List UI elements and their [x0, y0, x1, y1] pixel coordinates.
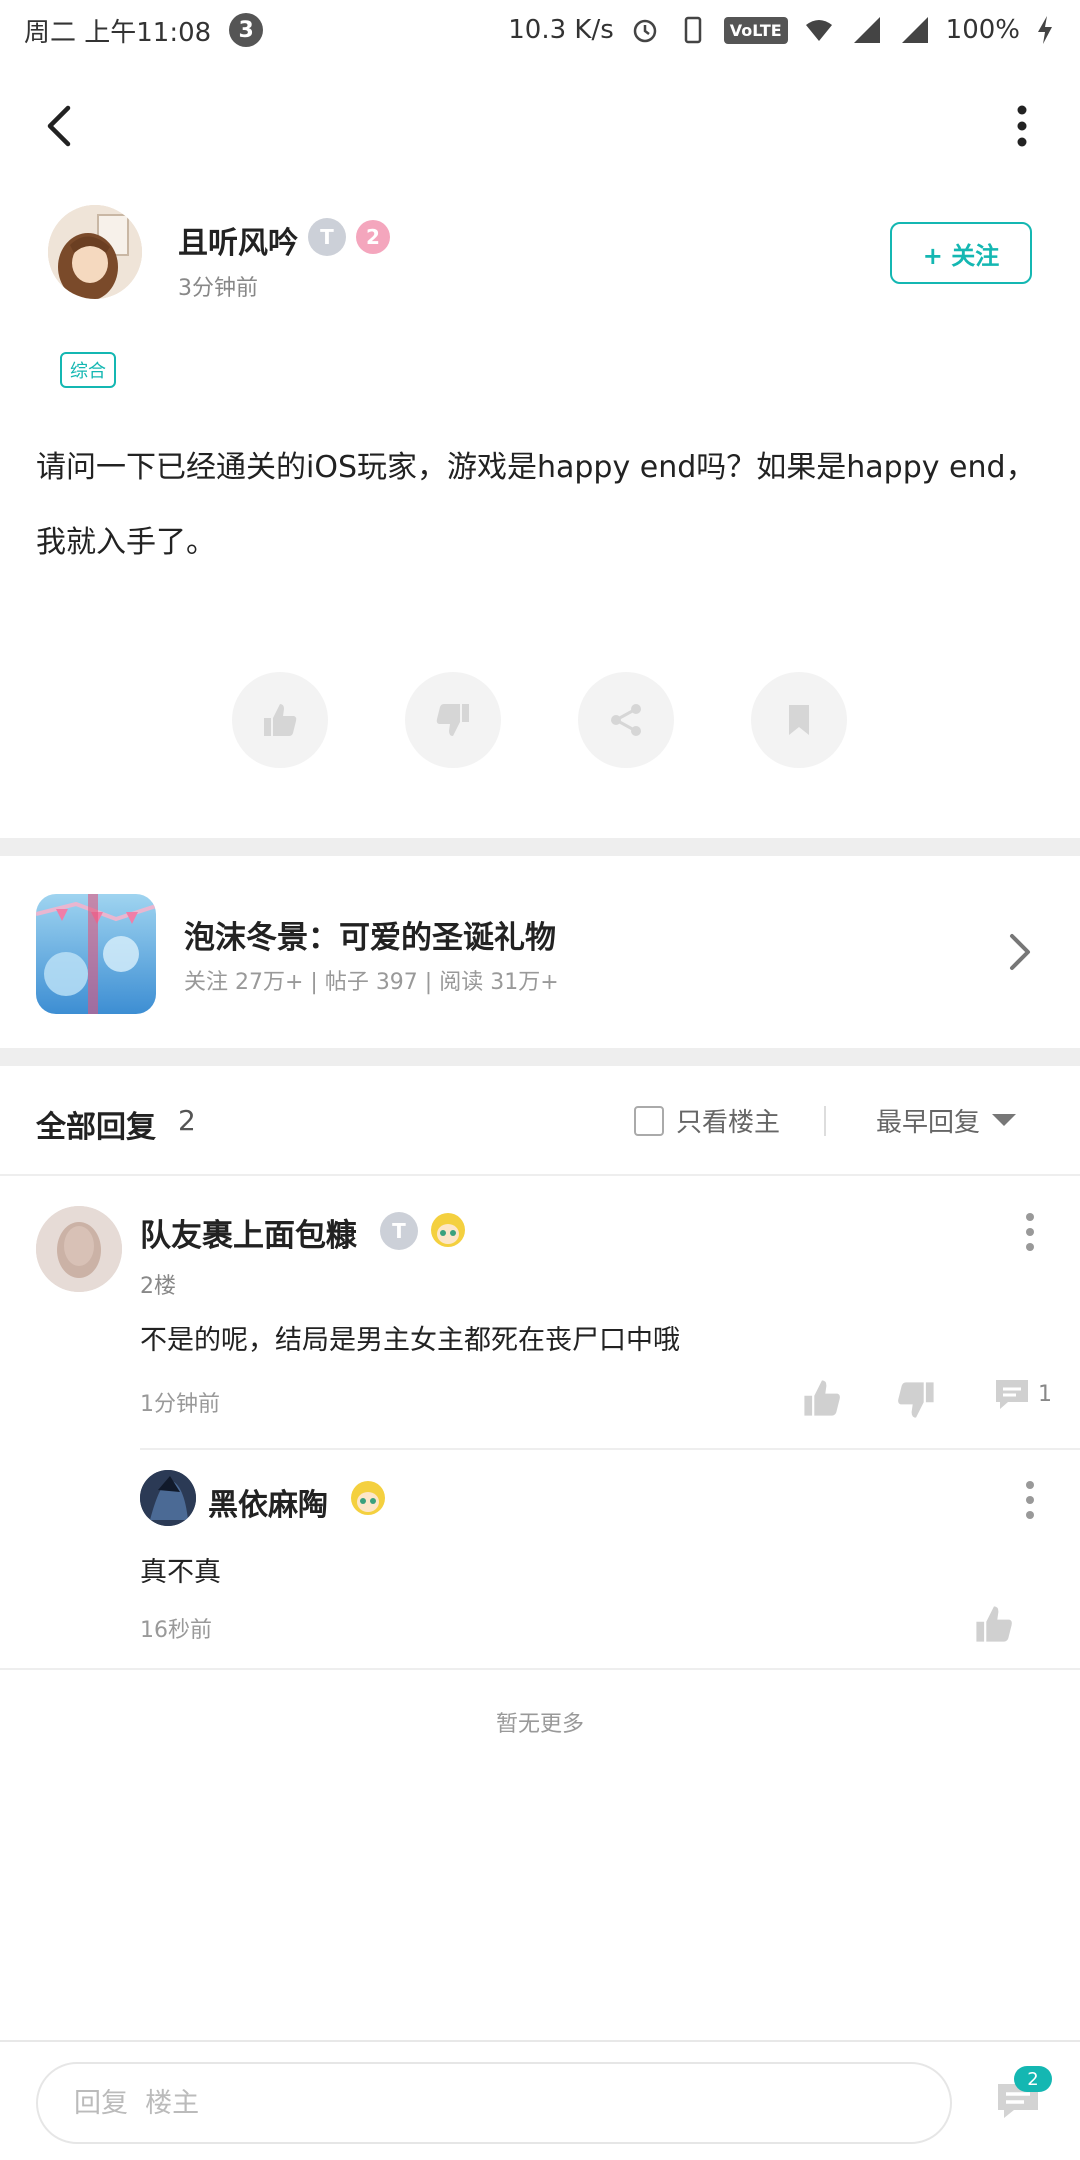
- share-button[interactable]: [578, 672, 674, 768]
- sub-reply-text: 真不真: [140, 1557, 221, 1588]
- sub-reply-time: 16秒前: [140, 1618, 212, 1643]
- post-author: 且听风吟 T 2 3分钟前 + 关注: [0, 200, 1080, 310]
- sub-reply-like-icon[interactable]: [972, 1602, 1016, 1646]
- sub-reply-avatar[interactable]: [140, 1470, 196, 1526]
- commenter-level-badge: T: [380, 1212, 418, 1250]
- comment-more-icon[interactable]: [1020, 1212, 1040, 1252]
- signal-icon: [853, 17, 880, 43]
- status-time: 周二 上午11:08: [24, 17, 212, 48]
- chevron-right-icon: [1010, 934, 1030, 970]
- dislike-button[interactable]: [405, 672, 501, 768]
- volte-badge: VoLTE: [723, 16, 788, 44]
- reply-input[interactable]: [36, 2062, 952, 2144]
- commenter-avatar[interactable]: [36, 1206, 122, 1292]
- thumbs-up-icon: [264, 704, 297, 736]
- comment-reply-count: 1: [1038, 1381, 1052, 1407]
- sub-reply-more-icon[interactable]: [1020, 1480, 1040, 1520]
- battery-level: 100%: [945, 15, 1020, 45]
- sub-reply-name[interactable]: 黑依麻陶: [208, 1480, 328, 1524]
- back-icon: [47, 105, 71, 147]
- comment-text: 不是的呢，结局是男主女主都死在丧尸口中哦: [140, 1325, 680, 1356]
- post-time: 3分钟前: [178, 276, 258, 301]
- sort-label: 最早回复: [876, 1108, 981, 1138]
- list-end-separator: [0, 1668, 1080, 1670]
- header-separator: [824, 1106, 826, 1136]
- post-tag[interactable]: 综合: [60, 352, 116, 388]
- bookmark-icon: [789, 705, 809, 735]
- comment-floor: 2楼: [140, 1274, 176, 1299]
- phone-icon: [684, 16, 702, 44]
- author-level-badge: T: [308, 218, 346, 256]
- bottom-reply-bar: 2: [0, 2040, 1080, 2160]
- network-speed: 10.3 K/s: [508, 15, 614, 45]
- game-title: 泡沫冬景：可爱的圣诞礼物: [184, 920, 556, 956]
- sort-dropdown[interactable]: 最早回复: [876, 1102, 1017, 1139]
- caret-down-icon: [992, 1113, 1017, 1126]
- bookmark-button[interactable]: [751, 672, 847, 768]
- share-icon: [611, 704, 641, 736]
- author-rank-badge: 2: [356, 220, 390, 254]
- charging-icon: [1038, 16, 1052, 44]
- comment-like-icon[interactable]: [800, 1376, 844, 1420]
- like-button[interactable]: [232, 672, 328, 768]
- comment-reply-button[interactable]: 1: [992, 1376, 1052, 1412]
- character-badge-icon-2: [351, 1481, 385, 1515]
- comments-count-badge: 2: [1014, 2066, 1052, 2092]
- character-badge-icon: [431, 1213, 465, 1247]
- game-stats: 关注 27万+ | 帖子 397 | 阅读 31万+: [184, 970, 559, 995]
- commenter-name[interactable]: 队友裹上面包糠: [140, 1210, 357, 1255]
- post-actions: [0, 672, 1080, 768]
- replies-header: 全部回复 2 只看楼主 最早回复: [0, 1066, 1080, 1176]
- checkbox-icon[interactable]: [634, 1105, 664, 1136]
- author-name[interactable]: 且听风吟: [178, 218, 298, 262]
- game-card[interactable]: 泡沫冬景：可爱的圣诞礼物 关注 27万+ | 帖子 397 | 阅读 31万+: [0, 858, 1080, 1048]
- only-op-label: 只看楼主: [676, 1108, 781, 1138]
- signal-icon-2: [901, 17, 928, 43]
- sub-reply: 黑依麻陶 真不真 16秒前: [0, 1450, 1080, 1670]
- thumbs-down-icon: [436, 704, 469, 736]
- section-divider: [0, 838, 1080, 856]
- replies-count: 2: [178, 1104, 196, 1137]
- top-bar: [0, 80, 1080, 170]
- follow-button[interactable]: + 关注: [890, 222, 1032, 284]
- back-button[interactable]: [30, 98, 86, 154]
- section-divider-2: [0, 1048, 1080, 1066]
- comment-dislike-icon[interactable]: [894, 1378, 938, 1422]
- post-content: 请问一下已经通关的iOS玩家，游戏是happy end吗？如果是happy en…: [36, 450, 1036, 560]
- more-options-button[interactable]: [994, 98, 1050, 154]
- more-vertical-icon: [1017, 105, 1027, 147]
- wifi-icon: [805, 20, 832, 41]
- author-avatar[interactable]: [48, 205, 142, 299]
- comment-time: 1分钟前: [140, 1392, 220, 1417]
- no-more-text: 暂无更多: [495, 1712, 584, 1737]
- replies-title: 全部回复: [36, 1110, 156, 1145]
- status-bar: 周二 上午11:08 3 10.3 K/s VoLTE 100%: [0, 0, 1080, 60]
- game-icon: [36, 894, 156, 1014]
- only-op-toggle[interactable]: 只看楼主: [634, 1102, 780, 1139]
- comment-icon: [996, 1380, 1028, 1409]
- alarm-icon: [633, 19, 657, 43]
- notification-count-badge: 3: [229, 13, 264, 47]
